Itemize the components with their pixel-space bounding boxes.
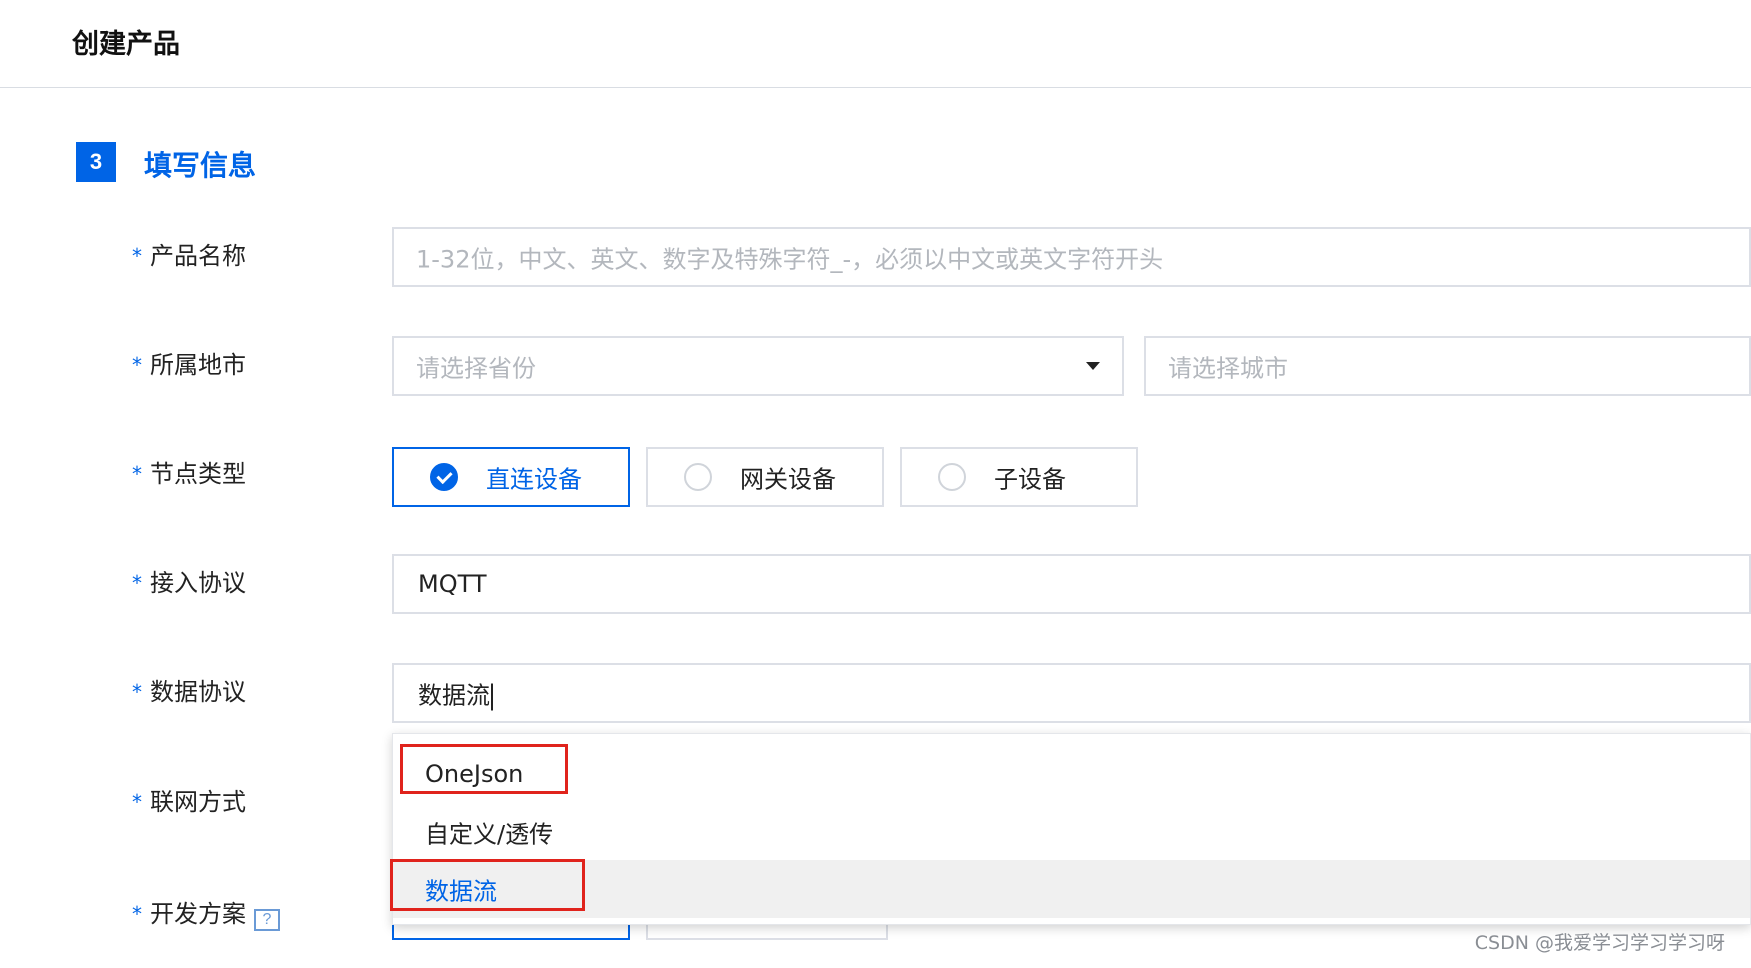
help-icon[interactable]: ? <box>254 909 280 931</box>
section-title: 填写信息 <box>144 149 257 182</box>
data-protocol-value: 数据流 <box>418 676 493 711</box>
radio-circle-icon <box>938 463 966 491</box>
province-select[interactable]: 请选择省份 <box>392 336 1124 396</box>
data-protocol-dropdown: OneJson 自定义/透传 数据流 <box>392 733 1751 925</box>
required-mark: * <box>132 680 142 704</box>
node-type-option-gateway[interactable]: 网关设备 <box>646 447 884 507</box>
data-protocol-select[interactable]: 数据流 <box>392 663 1751 723</box>
city-select[interactable]: 请选择城市 <box>1144 336 1751 396</box>
required-mark: * <box>132 353 142 377</box>
dropdown-option-custom[interactable]: 自定义/透传 <box>393 803 1750 861</box>
watermark: CSDN @我爱学习学习学习呀 <box>1474 932 1725 954</box>
city-placeholder: 请选择城市 <box>1168 354 1288 383</box>
text-cursor <box>491 683 493 710</box>
node-type-option-subdevice[interactable]: 子设备 <box>900 447 1138 507</box>
select-arrow-icon <box>1086 362 1100 370</box>
product-name-input[interactable]: 1-32位，中文、英文、数字及特殊字符_-，必须以中文或英文字符开头 <box>392 227 1751 287</box>
required-mark: * <box>132 790 142 814</box>
product-name-placeholder: 1-32位，中文、英文、数字及特殊字符_-，必须以中文或英文字符开头 <box>416 245 1164 274</box>
page-title: 创建产品 <box>72 29 180 60</box>
check-icon <box>430 463 458 491</box>
access-protocol-label: * 接入协议 <box>132 569 246 597</box>
dropdown-option-onejson[interactable]: OneJson <box>393 745 1750 803</box>
region-label: * 所属地市 <box>132 351 246 379</box>
network-mode-label: * 联网方式 <box>132 788 246 816</box>
radio-circle-icon <box>684 463 712 491</box>
access-protocol-input[interactable]: MQTT <box>392 554 1751 614</box>
required-mark: * <box>132 244 142 268</box>
dev-plan-label: * 开发方案? <box>132 894 280 931</box>
required-mark: * <box>132 571 142 595</box>
dropdown-option-datastream[interactable]: 数据流 <box>393 860 1750 918</box>
node-type-option-direct[interactable]: 直连设备 <box>392 447 630 507</box>
province-placeholder: 请选择省份 <box>416 354 536 383</box>
data-protocol-label: * 数据协议 <box>132 678 246 706</box>
node-type-label: * 节点类型 <box>132 460 246 488</box>
page-header: 创建产品 <box>0 0 1751 88</box>
required-mark: * <box>132 462 142 486</box>
access-protocol-value: MQTT <box>418 570 487 598</box>
step-number-badge: 3 <box>76 142 116 182</box>
product-name-label: * 产品名称 <box>132 242 246 270</box>
required-mark: * <box>132 902 142 926</box>
